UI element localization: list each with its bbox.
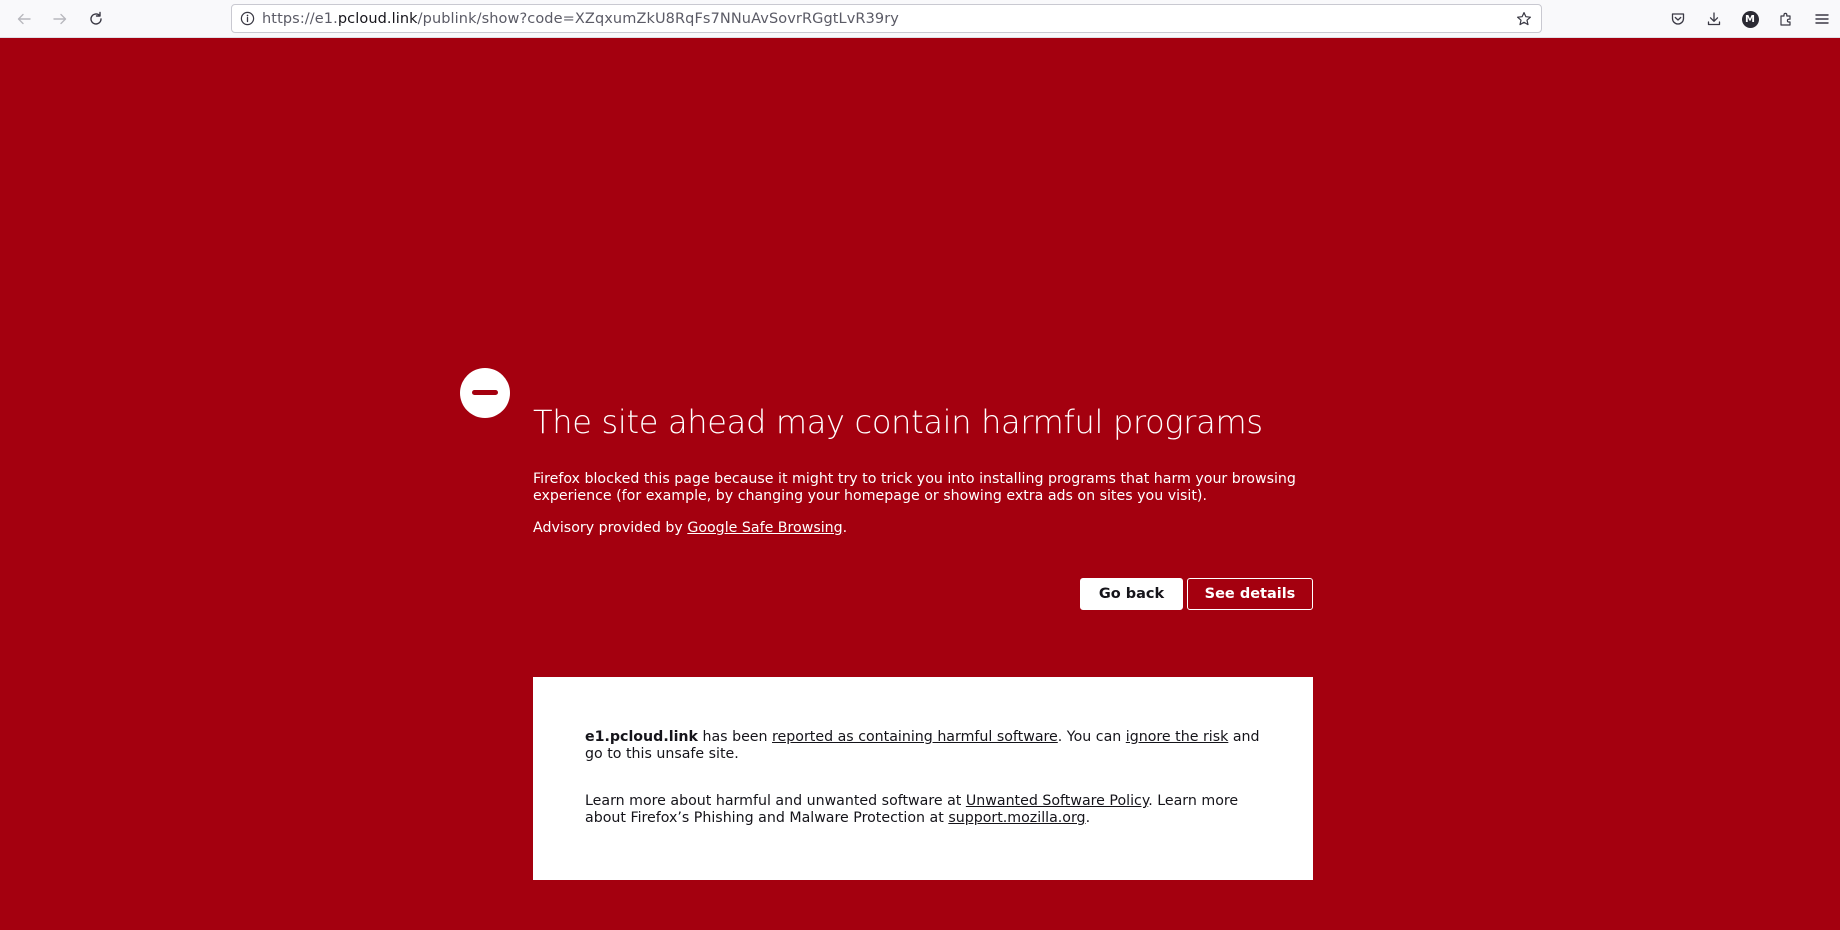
details-text-2: . You can [1057,729,1126,745]
puzzle-icon [1780,12,1791,26]
url-path: /publink/show?code=XZqxumZkU8RqFs7NNuAvS… [417,10,899,27]
advisory-suffix: . [842,520,848,536]
safe-browsing-link[interactable]: Google Safe Browsing [687,520,842,536]
learn-prefix: Learn more about harmful and unwanted so… [585,793,966,809]
forward-button[interactable] [48,7,72,31]
address-bar[interactable]: https://e1.pcloud.link/publink/show?code… [231,4,1542,33]
warning-description: Firefox blocked this page because it mig… [533,471,1296,504]
support-mozilla-link[interactable]: support.mozilla.org [948,810,1085,826]
app-menu-button[interactable] [1810,7,1834,31]
star-icon [1517,12,1531,26]
pocket-button[interactable] [1666,7,1690,31]
ignore-risk-link[interactable]: ignore the risk [1126,729,1229,745]
blocked-icon [460,368,510,418]
details-learn-more-text: Learn more about harmful and unwanted so… [585,793,1265,827]
reload-button[interactable] [84,7,108,31]
site-info-button[interactable] [232,5,262,32]
details-reported-text: e1.pcloud.link has been reported as cont… [585,729,1265,763]
page-title: The site ahead may contain harmful progr… [533,403,1263,441]
arrow-right-icon [53,13,67,25]
avatar: M [1741,10,1759,28]
bookmark-button[interactable] [1513,8,1535,30]
details-text-1: has been [697,729,773,745]
downloads-button[interactable] [1702,7,1726,31]
advisory-text: Advisory provided by Google Safe Browsin… [533,520,847,537]
see-details-button[interactable]: See details [1187,578,1313,610]
pocket-icon [1671,13,1685,25]
reported-link[interactable]: reported as containing harmful software [772,729,1058,745]
hamburger-menu-icon [1815,14,1829,24]
url-text[interactable]: https://e1.pcloud.link/publink/show?code… [262,11,899,27]
info-circle-icon [240,11,254,26]
url-prefix: https://e1. [262,10,338,27]
browser-toolbar: https://e1.pcloud.link/publink/show?code… [0,0,1840,38]
download-icon [1707,12,1721,26]
site-name: e1.pcloud.link [585,729,698,745]
account-button[interactable]: M [1738,7,1762,31]
reload-icon [90,11,102,25]
unwanted-software-policy-link[interactable]: Unwanted Software Policy [966,793,1148,809]
details-panel: e1.pcloud.link has been reported as cont… [533,677,1313,880]
advisory-prefix: Advisory provided by [533,520,688,536]
extensions-button[interactable] [1774,7,1798,31]
learn-suffix: . [1085,810,1091,826]
back-button[interactable] [12,7,36,31]
go-back-button[interactable]: Go back [1080,578,1183,610]
url-host: pcloud.link [337,10,418,27]
arrow-left-icon [17,13,31,25]
